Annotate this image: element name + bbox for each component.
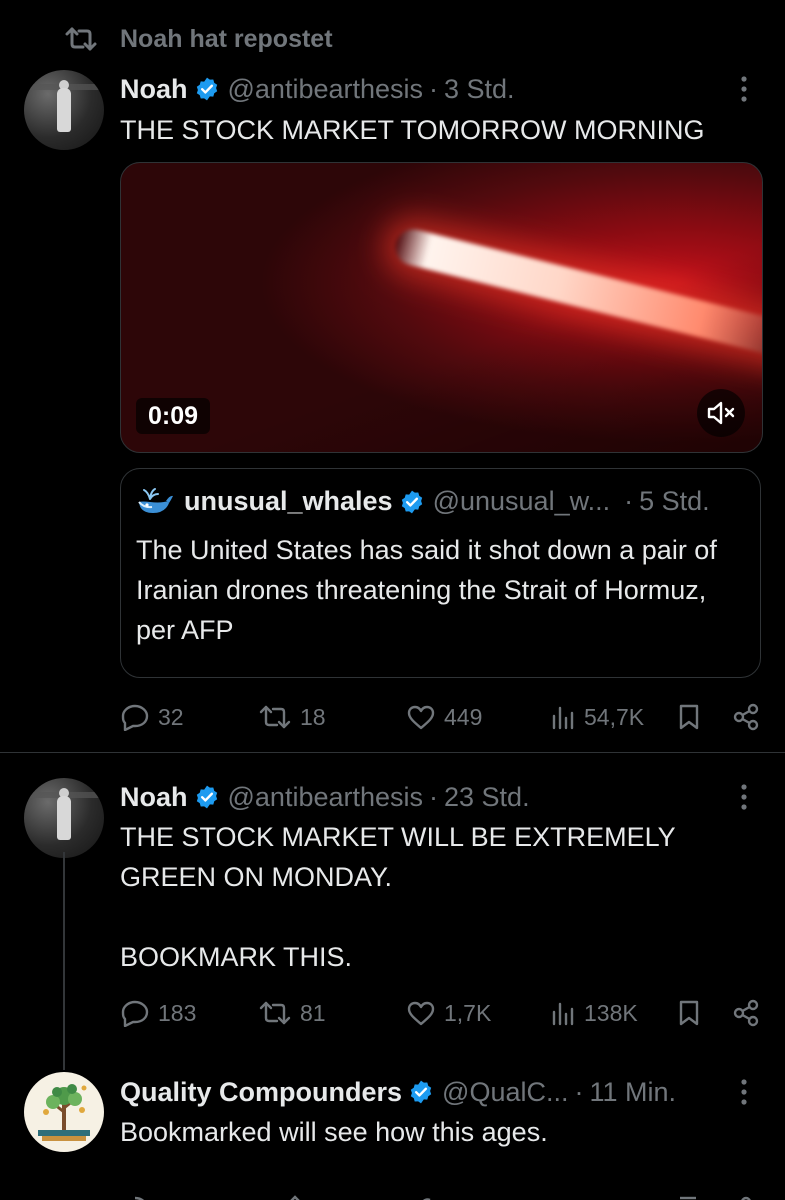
quoted-tweet-text: The United States has said it shot down … — [136, 535, 717, 645]
separator-dot: · — [624, 486, 634, 516]
repost-button[interactable]: 81 — [258, 1000, 326, 1027]
tweet-header: Quality Compounders @QualC... · 11 Min. — [120, 1073, 676, 1111]
views-chart-icon — [550, 704, 576, 730]
share-icon — [732, 703, 760, 731]
bookmark-icon — [678, 999, 700, 1027]
user-handle[interactable]: @QualC... — [442, 1077, 568, 1108]
views-button[interactable]: 54,7K — [550, 704, 644, 731]
more-options-icon[interactable] — [734, 1077, 754, 1107]
view-count: 138K — [584, 999, 638, 1026]
timestamp[interactable]: 23 Std. — [444, 782, 530, 813]
action-bar-partial — [0, 1188, 785, 1200]
like-button[interactable]: 449 — [406, 704, 482, 731]
share-button[interactable] — [732, 999, 760, 1027]
heart-icon — [406, 704, 436, 730]
tweet-text: Bookmarked will see how this ages. — [120, 1117, 548, 1147]
repost-count: 81 — [300, 999, 326, 1026]
verified-badge-icon — [194, 784, 220, 810]
reply-button[interactable]: 32 — [120, 703, 184, 731]
reply-count: 183 — [158, 999, 197, 1026]
divider — [0, 752, 785, 753]
reply-icon — [120, 999, 150, 1027]
bookmark-button[interactable] — [678, 999, 700, 1027]
tweet-text: THE STOCK MARKET TOMORROW MORNING — [120, 115, 705, 145]
separator-dot: · — [574, 1076, 584, 1107]
tweet-header: Noah @antibearthesis · 3 Std. — [120, 70, 515, 108]
more-options-icon[interactable] — [734, 782, 754, 812]
timestamp[interactable]: 3 Std. — [444, 74, 515, 105]
more-options-icon[interactable] — [734, 74, 754, 104]
views-chart-icon — [550, 1000, 576, 1026]
separator-dot: · — [429, 781, 439, 812]
repost-label: Noah hat repostet — [120, 24, 333, 53]
user-handle[interactable]: @antibearthesis — [228, 74, 424, 105]
share-icon — [732, 999, 760, 1027]
repost-icon — [258, 1000, 292, 1026]
display-name: unusual_whales — [184, 486, 393, 516]
reply-icon — [120, 703, 150, 731]
view-count: 54,7K — [584, 703, 645, 730]
quoted-tweet-header: unusual_whales @unusual_w... · 5 Std. — [184, 486, 710, 517]
speaker-muted-icon — [706, 400, 736, 426]
verified-badge-icon — [408, 1079, 434, 1105]
share-button[interactable] — [732, 703, 760, 731]
repost-icon — [64, 26, 98, 52]
timestamp[interactable]: 11 Min. — [589, 1077, 676, 1108]
display-name[interactable]: Quality Compounders — [120, 1077, 402, 1108]
action-bar: 183 81 1,7K 138K — [0, 996, 785, 1030]
action-icons-cropped — [134, 1195, 751, 1200]
views-button[interactable]: 138K — [550, 1000, 638, 1027]
bookmark-button[interactable] — [678, 703, 700, 731]
thread-connector — [63, 852, 65, 1070]
like-count: 449 — [444, 703, 483, 730]
like-count: 1,7K — [444, 999, 492, 1026]
avatar[interactable] — [24, 1072, 104, 1152]
whale-avatar-icon — [136, 486, 174, 518]
display-name[interactable]: Noah — [120, 74, 188, 105]
reply-count: 32 — [158, 703, 184, 730]
video-duration: 0:09 — [136, 398, 211, 434]
repost-count: 18 — [300, 703, 326, 730]
heart-icon — [406, 1000, 436, 1026]
repost-button[interactable]: 18 — [258, 704, 326, 731]
like-button[interactable]: 1,7K — [406, 1000, 491, 1027]
reply-button[interactable]: 183 — [120, 999, 196, 1027]
avatar[interactable] — [24, 70, 104, 150]
user-handle[interactable]: @antibearthesis — [228, 782, 424, 813]
separator-dot: · — [429, 73, 439, 104]
user-handle: @unusual_w... — [432, 486, 611, 516]
action-bar: 32 18 449 54,7K — [0, 700, 785, 734]
verified-badge-icon — [399, 489, 425, 515]
bookmark-icon — [678, 703, 700, 731]
avatar[interactable] — [24, 778, 104, 858]
tree-books-icon — [38, 1084, 90, 1141]
verified-badge-icon — [194, 76, 220, 102]
timestamp: 5 Std. — [639, 486, 710, 516]
display-name[interactable]: Noah — [120, 782, 188, 813]
repost-indicator[interactable]: Noah hat repostet — [64, 22, 333, 56]
video-frame — [391, 225, 762, 363]
mute-button[interactable] — [697, 389, 745, 437]
tweet-header: Noah @antibearthesis · 23 Std. — [120, 778, 530, 816]
tweet-text: THE STOCK MARKET WILL BE EXTREMELY GREEN… — [120, 822, 676, 972]
repost-icon — [258, 704, 292, 730]
video-player[interactable] — [120, 162, 763, 453]
